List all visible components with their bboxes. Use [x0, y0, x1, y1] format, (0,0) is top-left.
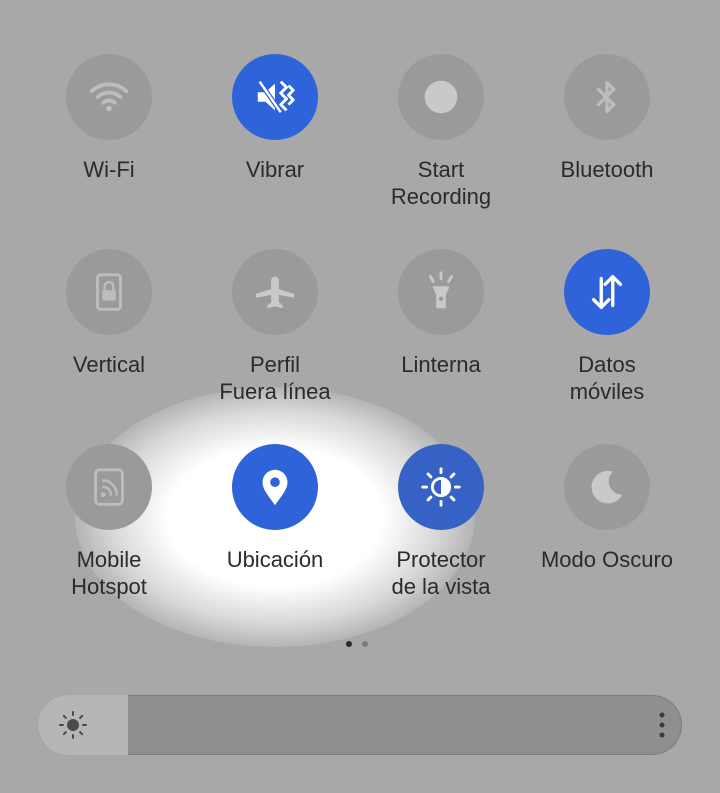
dark-mode-toggle[interactable]	[564, 444, 650, 530]
tile-label: Wi-Fi	[83, 157, 135, 182]
tile-start-recording[interactable]: Start Recording	[358, 54, 524, 210]
tile-wifi[interactable]: Wi-Fi	[26, 54, 192, 183]
tile-label: Vertical	[72, 352, 146, 377]
vibrate-toggle[interactable]	[232, 54, 318, 140]
tile-vertical[interactable]: Vertical	[26, 249, 192, 378]
eye-comfort-icon	[421, 467, 461, 507]
tile-label: Mobile Hotspot	[71, 547, 147, 599]
brightness-icon	[59, 711, 87, 739]
tile-airplane[interactable]: Perfil Fuera línea	[192, 249, 358, 405]
flashlight-icon	[429, 271, 453, 309]
page-indicator	[346, 641, 368, 647]
hotspot-icon	[94, 468, 124, 506]
tile-vibrate[interactable]: Vibrar	[192, 54, 358, 183]
tile-dark-mode[interactable]: Modo Oscuro	[524, 444, 690, 573]
tile-label: Ubicación	[226, 547, 324, 572]
eye-comfort-toggle[interactable]	[398, 444, 484, 530]
record-icon	[424, 80, 458, 114]
page-dot-active	[346, 641, 352, 647]
bluetooth-toggle[interactable]	[564, 54, 650, 140]
mobile-data-icon	[591, 274, 623, 310]
wifi-toggle[interactable]	[66, 54, 152, 140]
tile-bluetooth[interactable]: Bluetooth	[524, 54, 690, 183]
tile-mobile-hotspot[interactable]: Mobile Hotspot	[26, 444, 192, 600]
tile-label: Protector de la vista	[391, 547, 491, 599]
tile-location[interactable]: Ubicación	[192, 444, 358, 573]
more-vert-icon[interactable]	[658, 711, 666, 739]
rotation-lock-icon	[96, 273, 122, 311]
tile-label: Datos móviles	[569, 352, 645, 404]
record-toggle[interactable]	[398, 54, 484, 140]
tile-label: Start Recording	[390, 157, 492, 209]
location-icon	[262, 469, 288, 506]
dark-mode-icon	[591, 470, 623, 504]
rotation-lock-toggle[interactable]	[66, 249, 152, 335]
flashlight-toggle[interactable]	[398, 249, 484, 335]
tile-mobile-data[interactable]: Datos móviles	[524, 249, 690, 405]
hotspot-toggle[interactable]	[66, 444, 152, 530]
brightness-slider[interactable]	[38, 695, 682, 755]
tile-label: Linterna	[401, 352, 481, 377]
tile-label: Vibrar	[245, 157, 305, 182]
location-toggle[interactable]	[232, 444, 318, 530]
tile-eye-comfort[interactable]: Protector de la vista	[358, 444, 524, 600]
mobile-data-toggle[interactable]	[564, 249, 650, 335]
wifi-icon	[89, 82, 129, 112]
airplane-toggle[interactable]	[232, 249, 318, 335]
tile-flashlight[interactable]: Linterna	[358, 249, 524, 378]
tile-label: Modo Oscuro	[540, 547, 674, 572]
vibrate-icon	[257, 80, 295, 114]
airplane-icon	[255, 276, 295, 309]
bluetooth-icon	[596, 80, 616, 114]
tile-label: Perfil Fuera línea	[219, 352, 331, 404]
tile-label: Bluetooth	[560, 157, 654, 182]
page-dot	[362, 641, 368, 647]
